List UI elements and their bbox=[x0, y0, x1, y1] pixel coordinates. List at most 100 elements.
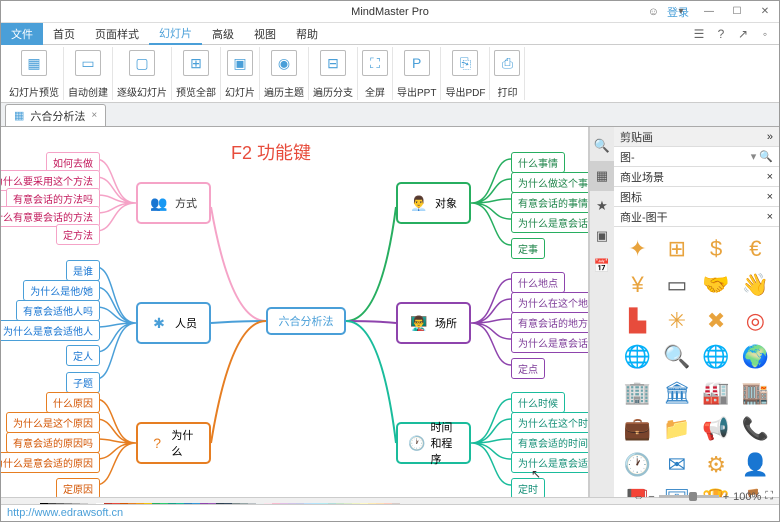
search-row[interactable]: 图-▾ 🔍 bbox=[614, 147, 779, 167]
ribbon-打印[interactable]: ⎙打印 bbox=[490, 47, 525, 100]
clipart-shape[interactable]: $ bbox=[697, 231, 736, 267]
node-people[interactable]: ✱人员 bbox=[136, 302, 211, 344]
leaf-node[interactable]: 为什么在这个地点 bbox=[511, 292, 589, 313]
clipart-shape[interactable]: 🌐 bbox=[618, 339, 657, 375]
ribbon-幻灯片[interactable]: ▣幻灯片 bbox=[221, 47, 260, 100]
group-row[interactable]: 图标× bbox=[614, 187, 779, 207]
close-tab-icon[interactable]: × bbox=[91, 110, 97, 121]
clipart-shape[interactable]: 📞 bbox=[736, 411, 775, 447]
fit-screen-icon[interactable]: ⛶ bbox=[765, 490, 773, 503]
clipart-shape[interactable]: ✉ bbox=[657, 447, 696, 483]
leaf-node[interactable]: 是谁 bbox=[66, 260, 100, 281]
menu-file[interactable]: 文件 bbox=[1, 23, 43, 45]
menu-right-icon[interactable]: ? bbox=[713, 26, 729, 42]
footer-link[interactable]: http://www.edrawsoft.cn bbox=[1, 504, 779, 521]
ribbon-遍历主题[interactable]: ◉遍历主题 bbox=[260, 47, 309, 100]
leaf-node[interactable]: 有意会适的时间吗 bbox=[511, 432, 589, 453]
menu-slideshow[interactable]: 幻灯片 bbox=[149, 23, 202, 45]
clipart-shape[interactable]: ▙ bbox=[618, 303, 657, 339]
clipart-shape[interactable]: 🌐 bbox=[697, 339, 736, 375]
leaf-node[interactable]: 为什么是意会适的时间 bbox=[511, 452, 589, 473]
clipart-shape[interactable]: 🏢 bbox=[618, 375, 657, 411]
sidetab-calendar[interactable]: 📅 bbox=[590, 251, 614, 281]
node-why[interactable]: ?为什么 bbox=[136, 422, 211, 464]
leaf-node[interactable]: 有意会话的事情吗 bbox=[511, 192, 589, 213]
ribbon-导出PPT[interactable]: P导出PPT bbox=[393, 47, 441, 100]
leaf-node[interactable]: 定点 bbox=[511, 358, 545, 379]
clipart-shape[interactable]: ✳ bbox=[657, 303, 696, 339]
sidetab-clipart[interactable]: ▦ bbox=[590, 161, 614, 191]
clipart-shape[interactable]: ◎ bbox=[736, 303, 775, 339]
clipart-shape[interactable]: ⊞ bbox=[657, 231, 696, 267]
clipart-shape[interactable]: € bbox=[736, 231, 775, 267]
ribbon-自动创建[interactable]: ▭自动创建 bbox=[64, 47, 113, 100]
leaf-node[interactable]: 为什么在这个时候 bbox=[511, 412, 589, 433]
leaf-node[interactable]: 有意会话的地方吗 bbox=[511, 312, 589, 333]
expand-icon[interactable]: » bbox=[767, 131, 773, 143]
clipart-shape[interactable]: ✖ bbox=[697, 303, 736, 339]
sidetab-shape[interactable]: ★ bbox=[590, 191, 614, 221]
clipart-shape[interactable]: 💼 bbox=[618, 411, 657, 447]
minimize-button[interactable]: — bbox=[695, 1, 723, 23]
ribbon-逐级幻灯片[interactable]: ▢逐级幻灯片 bbox=[113, 47, 172, 100]
leaf-node[interactable]: 为什么是这个原因 bbox=[6, 412, 100, 433]
leaf-node[interactable]: 什么原因 bbox=[46, 392, 100, 413]
ribbon-遍历分支[interactable]: ⊟遍历分支 bbox=[309, 47, 358, 100]
menu-right-icon[interactable]: ↗ bbox=[735, 26, 751, 42]
clipart-shape[interactable]: 🌍 bbox=[736, 339, 775, 375]
leaf-node[interactable]: 什么事情 bbox=[511, 152, 565, 173]
leaf-node[interactable]: 子题 bbox=[66, 372, 100, 393]
sidetab-image[interactable]: ▣ bbox=[590, 221, 614, 251]
clipart-shape[interactable]: 🕐 bbox=[618, 447, 657, 483]
leaf-node[interactable]: 为什么是意会适的原因 bbox=[1, 452, 100, 473]
menu-home[interactable]: 首页 bbox=[43, 23, 85, 45]
zoom-control[interactable]: ⇔ − + 100% ⛶ bbox=[633, 490, 773, 503]
group-row[interactable]: 商业场景× bbox=[614, 167, 779, 187]
menu-help[interactable]: 帮助 bbox=[286, 23, 328, 45]
node-object[interactable]: 👨‍💼对象 bbox=[396, 182, 471, 224]
node-way[interactable]: 👥方式 bbox=[136, 182, 211, 224]
clipart-shape[interactable]: ⚙ bbox=[697, 447, 736, 483]
close-button[interactable]: ✕ bbox=[751, 1, 779, 23]
ribbon-预览全部[interactable]: ⊞预览全部 bbox=[172, 47, 221, 100]
leaf-node[interactable]: 定事 bbox=[511, 238, 545, 259]
node-place[interactable]: 👨‍🏫场所 bbox=[396, 302, 471, 344]
clipart-shape[interactable]: 👤 bbox=[736, 447, 775, 483]
group-row[interactable]: 商业-图干× bbox=[614, 207, 779, 227]
dropdown-icon[interactable]: ▾ bbox=[667, 1, 695, 23]
canvas[interactable]: F2 功能键 六合分析法 👥方式 ✱人员 ?为什么 👨‍💼对象 👨‍🏫场所 🕐时… bbox=[1, 127, 589, 497]
zoom-out[interactable]: − bbox=[648, 491, 654, 503]
leaf-node[interactable]: 定方法 bbox=[56, 224, 100, 245]
leaf-node[interactable]: 为什么是意会适他人 bbox=[1, 320, 100, 341]
leaf-node[interactable]: 什么地点 bbox=[511, 272, 565, 293]
clipart-shape[interactable]: 📁 bbox=[657, 411, 696, 447]
leaf-node[interactable]: 为什么做这个事情 bbox=[511, 172, 589, 193]
leaf-node[interactable]: 为什么是意会话的事情 bbox=[511, 212, 589, 233]
node-time[interactable]: 🕐时间和程序 bbox=[396, 422, 471, 464]
clipart-shape[interactable]: 📢 bbox=[697, 411, 736, 447]
leaf-node[interactable]: 定人 bbox=[66, 345, 100, 366]
menu-right-icon[interactable]: ◦ bbox=[757, 26, 773, 42]
close-icon[interactable]: × bbox=[767, 171, 773, 183]
leaf-node[interactable]: 有意会适的原因吗 bbox=[6, 432, 100, 453]
zoom-in[interactable]: + bbox=[723, 491, 729, 503]
clipart-shape[interactable]: 👋 bbox=[736, 267, 775, 303]
close-icon[interactable]: × bbox=[767, 191, 773, 203]
center-node[interactable]: 六合分析法 bbox=[266, 307, 346, 335]
ribbon-幻灯片预览[interactable]: ▦幻灯片预览 bbox=[5, 47, 64, 100]
zoom-slider[interactable] bbox=[659, 495, 719, 498]
menu-page-style[interactable]: 页面样式 bbox=[85, 23, 149, 45]
fit-icon[interactable]: ⇔ bbox=[633, 491, 644, 503]
leaf-node[interactable]: 定原因 bbox=[56, 478, 100, 497]
clipart-shape[interactable]: ✦ bbox=[618, 231, 657, 267]
leaf-node[interactable]: 什么时候 bbox=[511, 392, 565, 413]
clipart-shape[interactable]: 🤝 bbox=[697, 267, 736, 303]
leaf-node[interactable]: 有意会适他人吗 bbox=[16, 300, 100, 321]
clipart-shape[interactable]: ▭ bbox=[657, 267, 696, 303]
document-tab[interactable]: ▦ 六合分析法 × bbox=[5, 104, 106, 126]
leaf-node[interactable]: 为什么是意会话的地点 bbox=[511, 332, 589, 353]
clipart-shape[interactable]: 🏭 bbox=[697, 375, 736, 411]
leaf-node[interactable]: 为什么是他/她 bbox=[23, 280, 100, 301]
ribbon-全屏[interactable]: ⛶全屏 bbox=[358, 47, 393, 100]
menu-advanced[interactable]: 高级 bbox=[202, 23, 244, 45]
